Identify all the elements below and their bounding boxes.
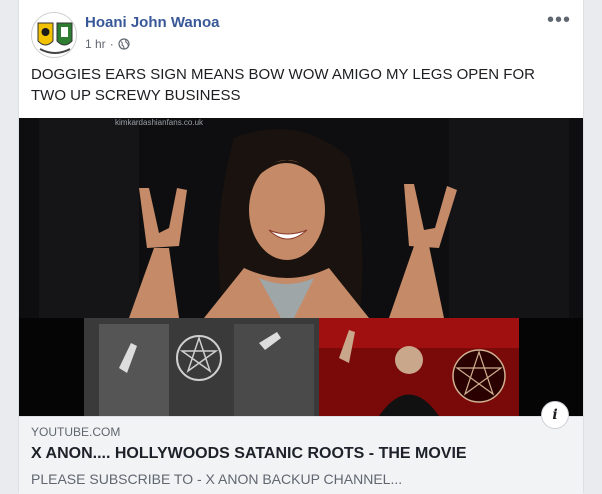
link-preview-image[interactable]: kimkardashianfans.co.uk (19, 118, 583, 416)
post-timestamp[interactable]: 1 hr (85, 37, 106, 51)
crest-avatar-image (32, 13, 76, 57)
more-options-button[interactable]: ••• (547, 10, 571, 30)
link-title[interactable]: X ANON.... HOLLYWOODS SATANIC ROOTS - TH… (31, 445, 467, 463)
meta-separator: · (109, 37, 114, 51)
post-meta: 1 hr · (85, 37, 130, 51)
image-watermark: kimkardashianfans.co.uk (115, 118, 204, 127)
globe-icon[interactable] (118, 38, 130, 50)
link-domain: YOUTUBE.COM (31, 425, 121, 439)
link-description: PLEASE SUBSCRIBE TO - X ANON BACKUP CHAN… (31, 471, 403, 487)
link-preview[interactable]: i YOUTUBE.COM X ANON.... HOLLYWOODS SATA… (19, 401, 583, 494)
info-button[interactable]: i (541, 401, 569, 429)
avatar[interactable] (31, 12, 77, 58)
post-text: DOGGIES EARS SIGN MEANS BOW WOW AMIGO MY… (31, 66, 535, 104)
preview-photo (19, 118, 583, 416)
post-card: Hoani John Wanoa 1 hr · ••• DOGGIES EARS… (18, 0, 584, 494)
author-name[interactable]: Hoani John Wanoa (85, 14, 219, 31)
